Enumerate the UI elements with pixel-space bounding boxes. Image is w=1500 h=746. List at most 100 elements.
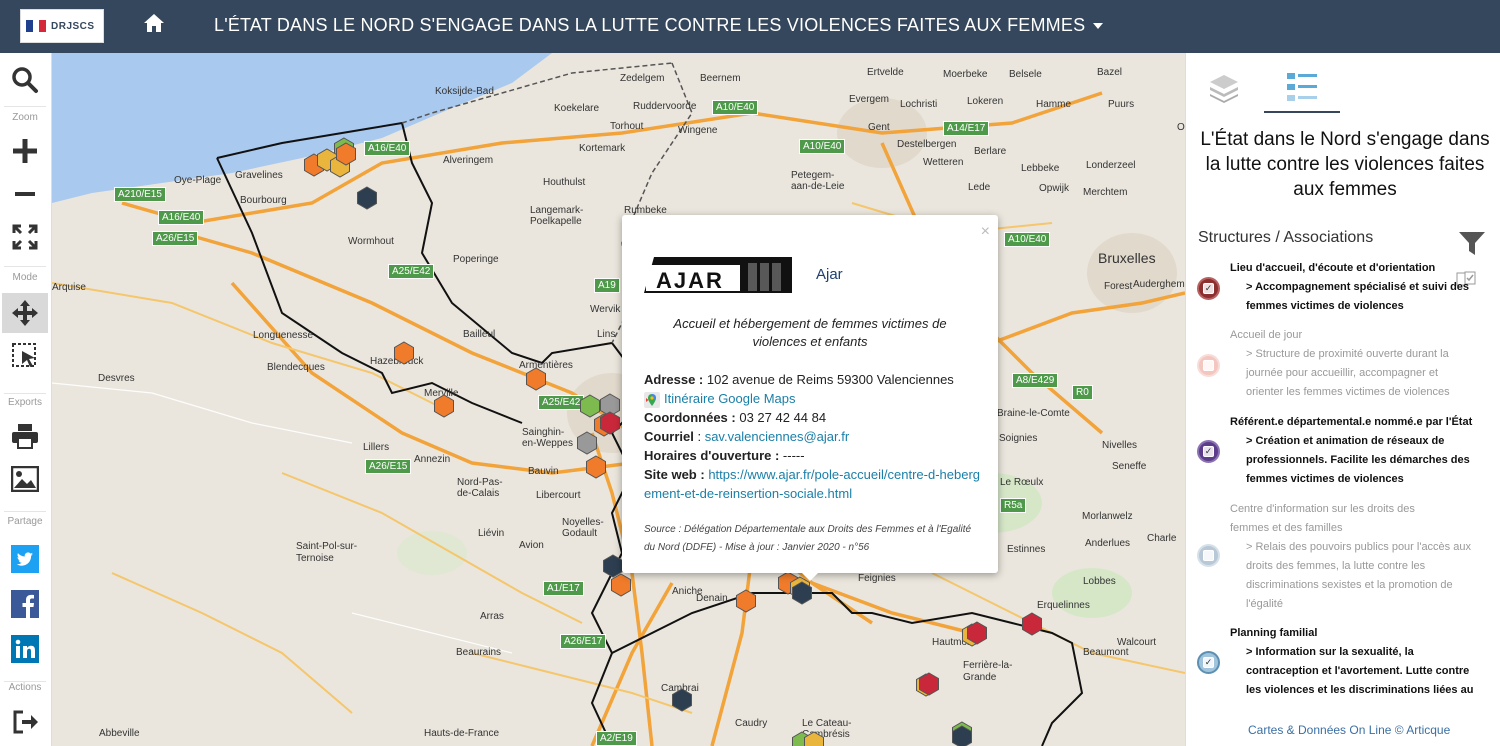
place-label: Puurs — [1108, 99, 1135, 110]
address-row: Adresse : 102 avenue de Reims 59300 Vale… — [644, 370, 984, 389]
toolbar-divider — [4, 393, 46, 394]
popup-pointer — [800, 571, 820, 581]
legend-checkbox[interactable] — [1197, 544, 1220, 567]
website-label: Site web : — [644, 467, 705, 482]
place-label: Auderghem — [1133, 279, 1185, 290]
map-basemap — [52, 53, 1185, 746]
home-icon — [144, 14, 164, 32]
place-label: Wervik — [590, 304, 621, 315]
place-label: Bailleul — [463, 329, 496, 340]
printer-icon — [12, 424, 38, 449]
place-label: Libercourt — [536, 490, 581, 501]
marianne-flag-icon — [25, 14, 47, 38]
structure-details: Adresse : 102 avenue de Reims 59300 Vale… — [644, 370, 984, 503]
road-shield: R5a — [1000, 498, 1027, 513]
place-label: Denain — [696, 593, 728, 604]
place-label: Koekelare — [554, 103, 600, 114]
legend-item-desc: > Relais des pouvoirs publics pour l'acc… — [1246, 541, 1471, 610]
place-label: Charle — [1147, 533, 1177, 544]
place-label: Le Cateau-Cambrésis — [802, 718, 852, 740]
drjscs-logo[interactable]: DRJSCS — [20, 9, 104, 43]
linkedin-share-button[interactable] — [2, 629, 48, 669]
place-label: Beaumont — [1083, 647, 1129, 658]
email-link[interactable]: sav.valenciennes@ajar.fr — [705, 429, 849, 444]
place-label: Forest — [1104, 281, 1133, 292]
ajar-logo-icon: AJAR — [644, 257, 792, 293]
tab-layers[interactable] — [1194, 63, 1254, 113]
home-button[interactable] — [143, 12, 169, 38]
place-label: Nord-Pas-de-Calais — [457, 477, 503, 499]
search-button[interactable] — [2, 60, 48, 100]
place-label: Hamme — [1036, 99, 1072, 110]
app-title: L'ÉTAT DANS LE NORD S'ENGAGE DANS LA LUT… — [214, 15, 1086, 35]
road-shield: A19 — [594, 278, 620, 293]
road-shield: A14/E17 — [943, 121, 990, 136]
email-row: Courriel : sav.valenciennes@ajar.fr — [644, 429, 850, 444]
legend-checkbox[interactable]: ✓ — [1197, 277, 1220, 300]
filter-icon — [1459, 232, 1485, 255]
expand-icon — [12, 224, 38, 250]
place-label: Nivelles — [1102, 440, 1138, 451]
twitter-share-button[interactable] — [2, 539, 48, 579]
email-label: Courriel — [644, 429, 694, 444]
road-shield: A8/E429 — [1012, 373, 1059, 388]
app-title-dropdown[interactable]: L'ÉTAT DANS LE NORD S'ENGAGE DANS LA LUT… — [214, 15, 1104, 36]
place-label: Braine-le-Comte — [997, 408, 1070, 419]
print-button[interactable] — [2, 416, 48, 456]
place-label: Evergem — [849, 94, 890, 105]
place-label: Poperinge — [453, 254, 499, 265]
website-row: Site web : https://www.ajar.fr/pole-accu… — [644, 465, 984, 503]
filter-button[interactable] — [1458, 231, 1486, 262]
pan-mode-button[interactable] — [2, 293, 48, 333]
legend-section-title: Structures / Associations — [1198, 229, 1374, 246]
place-label: Beernem — [700, 73, 741, 84]
legend-checkbox[interactable]: ✓ — [1197, 651, 1220, 674]
legend-list-icon — [1287, 73, 1317, 101]
exit-button[interactable] — [2, 702, 48, 742]
place-label: Langemark-Poelkapelle — [530, 205, 584, 227]
road-shield: A2/E19 — [596, 731, 637, 746]
place-label: Bourbourg — [240, 195, 287, 206]
place-label: Opwijk — [1039, 183, 1070, 194]
place-label: Berlare — [974, 146, 1007, 157]
credit-link[interactable]: Cartes & Données On Line © Articque — [1248, 723, 1450, 737]
place-label: Lobbes — [1083, 576, 1116, 587]
place-label: Ertvelde — [867, 67, 904, 78]
road-shield: A26/E15 — [365, 459, 412, 474]
place-label: Lochristi — [900, 99, 938, 110]
chevron-down-icon — [1093, 22, 1104, 29]
export-image-button[interactable] — [2, 459, 48, 499]
tab-legend[interactable] — [1264, 63, 1340, 113]
legend-checkbox[interactable]: ✓ — [1197, 440, 1220, 463]
map-canvas[interactable]: Koksijde-Bad Zedelgem Beernem Ertvelde M… — [52, 53, 1185, 746]
hours-value: ----- — [782, 448, 805, 463]
place-label: Wetteren — [923, 157, 964, 168]
road-shield: R0 — [1072, 385, 1093, 400]
legend-item-title: Référent.e départemental.e nommé.e par l… — [1230, 416, 1473, 428]
zoom-in-button[interactable] — [2, 131, 48, 171]
place-label: Wormhout — [348, 236, 394, 247]
place-label: Belsele — [1009, 69, 1042, 80]
place-label: Gravelines — [235, 170, 283, 181]
legend-item-desc: > Création et animation de réseaux de pr… — [1246, 435, 1470, 485]
full-extent-button[interactable] — [2, 217, 48, 257]
itinerary-link[interactable]: Itinéraire Google Maps — [664, 391, 796, 406]
place-label: Blendecques — [267, 362, 325, 373]
zoom-label: Zoom — [12, 112, 38, 123]
road-shield: A26/E15 — [152, 231, 199, 246]
facebook-share-button[interactable] — [2, 584, 48, 624]
address-value: 102 avenue de Reims 59300 Valenciennes — [706, 372, 954, 387]
place-label: Merville — [424, 388, 459, 399]
place-label: Moerbeke — [943, 69, 988, 80]
legend-checkbox[interactable] — [1197, 354, 1220, 377]
zoom-out-button[interactable] — [2, 174, 48, 214]
close-icon[interactable]: × — [981, 223, 990, 241]
legend-item-desc: > Structure de proximité ouverte durant … — [1246, 348, 1450, 398]
place-label: Estinnes — [1007, 544, 1046, 555]
top-bar: DRJSCS L'ÉTAT DANS LE NORD S'ENGAGE DANS… — [0, 0, 1500, 53]
select-mode-button[interactable] — [2, 336, 48, 376]
place-label: Longuenesse — [253, 330, 314, 341]
place-label: Morlanwelz — [1082, 511, 1133, 522]
road-shield: A210/E15 — [114, 187, 166, 202]
structure-name: Ajar — [816, 266, 843, 283]
